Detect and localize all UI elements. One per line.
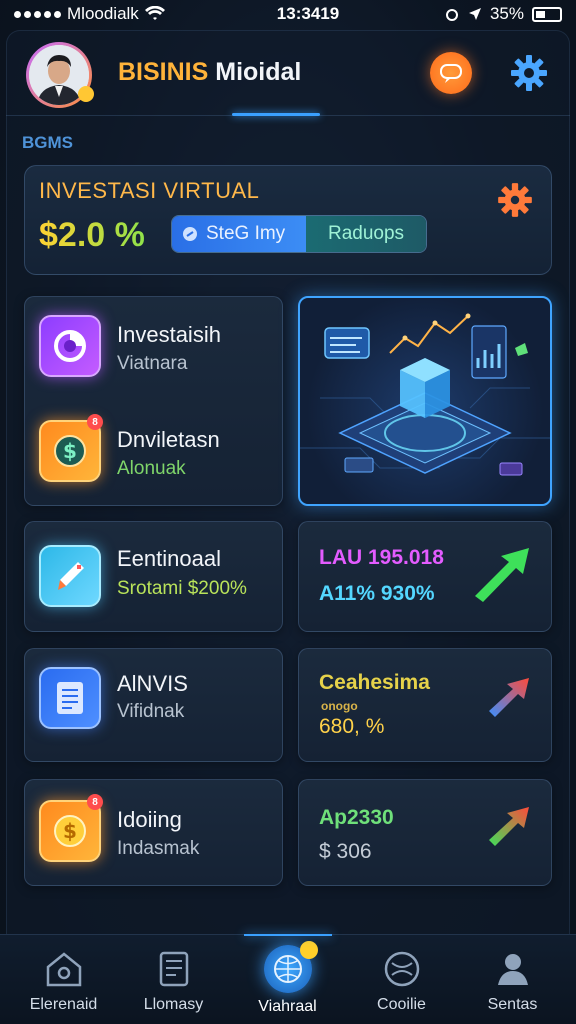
globe-icon [263,941,318,993]
menu-item-subtitle: Alonuak [117,458,186,479]
link-icon [183,227,197,241]
app-title-part2: Mioidal [215,58,302,86]
status-bar: Mloodialk 13:3419 35% [0,0,576,28]
stat-value: 680, % [319,715,385,738]
section-label: BGMS [22,133,73,152]
stat-title: Ap2330 [319,806,394,829]
stat-card-ap[interactable]: Ap2330 $ 306 [298,779,552,886]
alarm-icon [445,9,458,21]
blockchain-illustration [298,296,552,506]
header-tab-indicator [232,113,320,116]
menu-item-subtitle: Srotami $200% [117,578,247,599]
active-badge-icon [299,941,318,959]
menu-item-eentinoaal[interactable]: Eentinoaal Srotami $200% [24,521,283,632]
app-title: BISINIS Mioidal [118,58,301,87]
menu-item-subtitle: Viatnara [117,353,188,374]
document-icon [39,667,101,729]
trend-up-arrow-icon [475,548,529,602]
battery-percent: 35% [489,4,524,23]
stat-value: A11% 930% [319,582,435,605]
nav-label: Cooilie [377,996,426,1013]
nav-label: Llomasy [143,996,204,1013]
invest-settings-button[interactable] [495,180,535,220]
carrier-name: Mloodialk [67,4,139,23]
status-time: 13:3419 [276,4,340,23]
bottom-navigation: Elerenaid Llomasy Viahraal Cooilie Senta… [0,934,576,1024]
investment-menu-card: Investaisih Viatnara $ 8 Dnviletasn Alon… [24,296,283,506]
svg-text:$: $ [63,819,77,843]
bulb-badge-icon [78,86,94,102]
investasi-virtual-card[interactable]: INVESTASI VIRTUAL $2.0 % SteG Imy Raduop… [24,165,552,275]
avatar[interactable] [26,42,94,108]
segment-a-label: SteG Imy [206,223,286,244]
app-header: BISINIS Mioidal [0,40,576,120]
rocket-icon [39,545,101,607]
menu-item-investaisih[interactable]: Investaisih Viatnara [25,297,284,397]
notification-badge: 8 [87,414,103,430]
menu-item-dnviletasn[interactable]: $ 8 Dnviletasn Alonuak [25,402,284,502]
stat-value: $ 306 [319,840,372,863]
ball-icon [380,947,424,991]
trend-up-right-arrow-icon [489,807,529,846]
menu-item-alnvis[interactable]: AlNVIS Vifidnak [24,648,283,762]
stat-subtitle: onogo [321,699,358,713]
location-icon [468,8,481,20]
gear-icon [511,55,547,91]
invest-card-value: $2.0 % [39,216,145,254]
wifi-icon [144,6,165,20]
nav-label: Elerenaid [29,996,98,1013]
settings-button[interactable] [506,50,552,96]
invest-card-title: INVESTASI VIRTUAL [39,178,260,203]
signal-icon [14,10,61,18]
nav-item-person[interactable]: Sentas [455,935,570,1024]
menu-item-title: Eentinoaal [117,546,221,571]
menu-item-title: Dnviletasn [117,427,220,452]
nav-item-home[interactable]: Elerenaid [6,935,121,1024]
segmented-control[interactable]: SteG Imy Raduops [171,215,427,253]
chart-icon [39,315,101,377]
person-icon [491,947,535,991]
notification-badge: 8 [87,794,103,810]
menu-item-title: Idoiing [117,807,182,832]
segment-option-b[interactable]: Raduops [306,216,426,252]
chat-icon [440,64,462,83]
menu-item-subtitle: Vifidnak [117,701,185,722]
gear-icon [498,183,532,217]
trend-up-right-arrow-icon [489,678,529,717]
menu-item-title: AlNVIS [117,671,188,696]
segment-b-label: Raduops [327,223,405,244]
svg-text:$: $ [63,439,77,463]
home-icon [42,947,86,991]
stat-card-lau[interactable]: LAU 195.018 A11% 930% [298,521,552,632]
document-icon [152,947,196,991]
segment-option-a[interactable]: SteG Imy [172,216,306,252]
stat-card-ceahesima[interactable]: Ceahesima onogo 680, % [298,648,552,762]
stat-title: Ceahesima [319,671,430,694]
chat-button[interactable] [430,52,472,94]
battery-icon [532,6,562,22]
nav-item-ball[interactable]: Cooilie [344,935,459,1024]
nav-item-globe[interactable]: Viahraal [230,935,345,1024]
menu-item-subtitle: Indasmak [117,838,200,859]
menu-item-title: Investaisih [117,322,221,347]
nav-active-indicator [244,934,332,936]
stat-title: LAU 195.018 [319,546,444,569]
nav-label: Viahraal [258,998,317,1015]
menu-item-idoiing[interactable]: $ 8 Idoiing Indasmak [24,779,283,886]
app-title-part1: BISINIS [118,58,209,86]
nav-label: Sentas [487,996,538,1013]
nav-item-document[interactable]: Llomasy [116,935,231,1024]
